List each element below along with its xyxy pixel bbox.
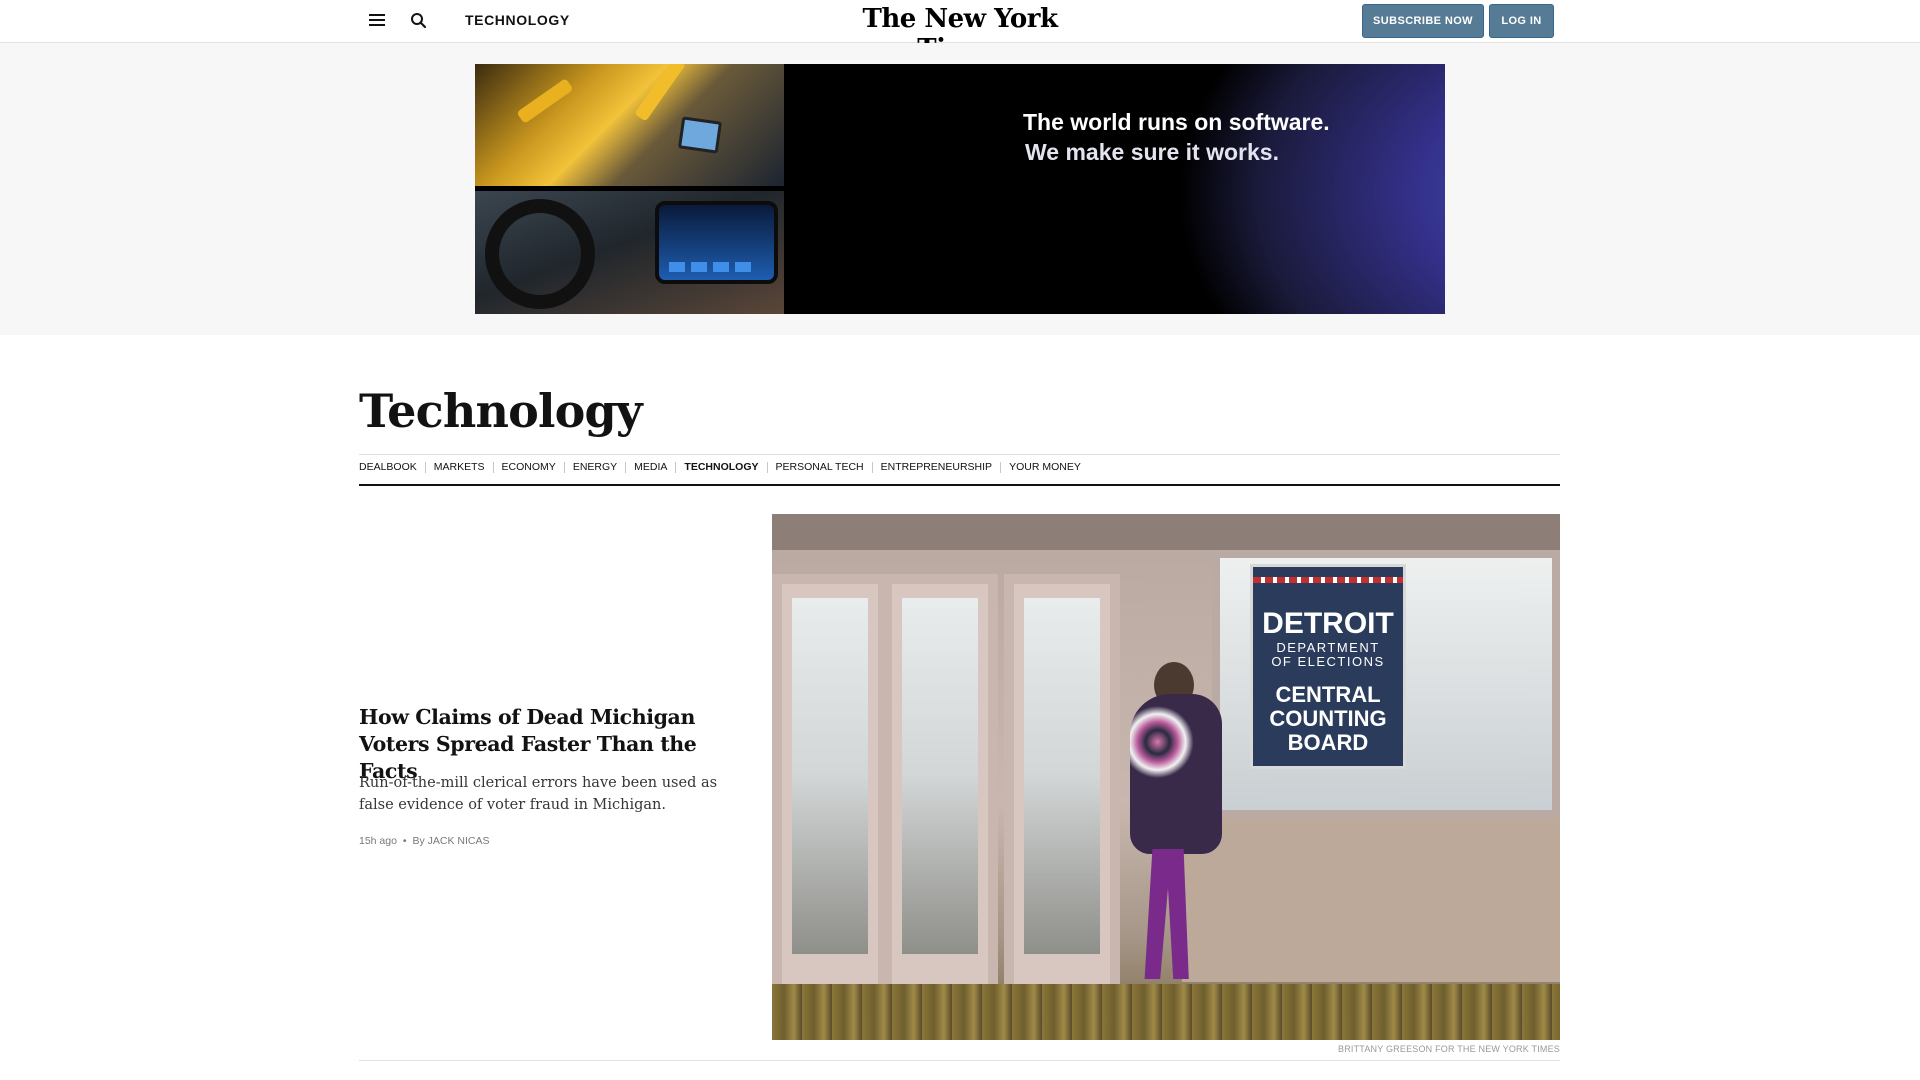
section-name-link[interactable]: TECHNOLOGY bbox=[465, 12, 570, 28]
page-title: Technology bbox=[359, 384, 643, 438]
ad-robot-arms-image bbox=[475, 64, 784, 186]
advertisement-container: The world runs on software. We make sure… bbox=[0, 43, 1920, 335]
photo-election-sign: DETROIT DEPARTMENT OF ELECTIONS CENTRAL … bbox=[1250, 564, 1406, 769]
story-byline: By JACK NICAS bbox=[412, 835, 490, 847]
subnav-item-your-money[interactable]: YOUR MONEY bbox=[1000, 462, 1089, 473]
story-photo[interactable]: DETROIT DEPARTMENT OF ELECTIONS CENTRAL … bbox=[772, 514, 1560, 1040]
subnav-item-economy[interactable]: ECONOMY bbox=[492, 462, 564, 473]
subnav-item-markets[interactable]: MARKETS bbox=[424, 462, 493, 473]
photo-credit: BRITTANY GREESON FOR THE NEW YORK TIMES bbox=[1338, 1044, 1560, 1054]
search-icon[interactable] bbox=[408, 10, 430, 32]
advertisement-banner[interactable]: The world runs on software. We make sure… bbox=[475, 64, 1445, 314]
subnav-item-personal-tech[interactable]: PERSONAL TECH bbox=[766, 462, 872, 473]
subnav-item-entrepreneurship[interactable]: ENTREPRENEURSHIP bbox=[871, 462, 1000, 473]
subnav-item-technology[interactable]: TECHNOLOGY bbox=[675, 462, 766, 473]
hamburger-menu-icon[interactable] bbox=[367, 12, 387, 28]
subscribe-button[interactable]: SUBSCRIBE NOW bbox=[1362, 4, 1484, 38]
meta-separator: • bbox=[402, 835, 407, 847]
divider bbox=[359, 1060, 1560, 1061]
ad-car-dashboard-image bbox=[475, 191, 784, 314]
section-subnav: DEALBOOK MARKETS ECONOMY ENERGY MEDIA TE… bbox=[359, 454, 1560, 486]
top-navigation-bar: TECHNOLOGY The New York Times SUBSCRIBE … bbox=[0, 0, 1920, 64]
subnav-item-dealbook[interactable]: DEALBOOK bbox=[359, 462, 425, 473]
story-summary: Run-of-the-mill clerical errors have bee… bbox=[359, 775, 718, 813]
login-button[interactable]: LOG IN bbox=[1489, 4, 1554, 38]
ad-subheadline: We make sure it works. bbox=[1025, 139, 1279, 165]
ad-headline: The world runs on software. bbox=[1023, 109, 1330, 135]
story-timestamp: 15h ago bbox=[359, 835, 397, 847]
subnav-item-energy[interactable]: ENERGY bbox=[563, 462, 625, 473]
story-meta: 15h ago • By JACK NICAS bbox=[359, 835, 490, 847]
subnav-item-media[interactable]: MEDIA bbox=[625, 462, 675, 473]
